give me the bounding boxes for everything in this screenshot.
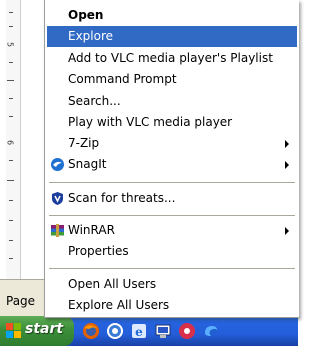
winrar-icon — [51, 224, 64, 237]
menu-item-properties[interactable]: Properties — [47, 241, 297, 262]
start-label: start — [25, 321, 64, 337]
menu-item-label: Add to VLC media player's Playlist — [68, 51, 273, 65]
snagit-icon — [51, 158, 64, 171]
menu-item-label: Explore — [68, 29, 114, 43]
vertical-ruler: 5 6 — [0, 0, 21, 279]
menu-item-label: Properties — [68, 244, 129, 258]
ruler-tick — [9, 116, 13, 117]
start-button[interactable]: start — [0, 316, 74, 346]
ruler-tick — [7, 180, 14, 181]
menu-item-open[interactable]: Open — [47, 5, 297, 26]
menu-item-command-prompt[interactable]: Command Prompt — [47, 69, 297, 90]
ruler-tick — [9, 160, 13, 161]
windows-flag-icon — [6, 323, 22, 339]
submenu-arrow-icon — [285, 161, 289, 169]
media-icon[interactable] — [178, 322, 196, 340]
menu-item-search[interactable]: Search... — [47, 91, 297, 112]
ruler-tick — [7, 80, 14, 81]
svg-text:e: e — [135, 325, 143, 339]
ruler-number: 6 — [5, 139, 15, 146]
menu-item-label: Scan for threats... — [68, 191, 176, 205]
ruler-tick — [9, 200, 13, 201]
ruler-tick — [9, 12, 13, 13]
menu-separator — [49, 268, 295, 269]
taskbar: start e — [0, 316, 298, 346]
status-page-label: Page — [6, 294, 36, 308]
menu-item-label: Open — [68, 8, 104, 22]
menu-item-label: Play with VLC media player — [68, 115, 233, 129]
submenu-arrow-icon — [285, 227, 289, 235]
menu-item-label: Explore All Users — [68, 298, 170, 312]
menu-item-label: WinRAR — [68, 223, 115, 237]
menu-item-label: 7-Zip — [68, 136, 100, 150]
menu-item-label: Search... — [68, 94, 121, 108]
menu-item-explore-all-users[interactable]: Explore All Users — [47, 295, 297, 316]
menu-item-label: Command Prompt — [68, 72, 177, 86]
show-desktop-icon[interactable] — [154, 322, 172, 340]
ruler-tick — [9, 258, 13, 259]
context-menu: Open Explore Add to VLC media player's P… — [44, 0, 299, 318]
menu-separator — [49, 215, 295, 216]
browser-icon[interactable] — [106, 322, 124, 340]
menu-item-winrar[interactable]: WinRAR — [47, 220, 297, 241]
ruler-tick — [9, 220, 13, 221]
menu-item-label: Open All Users — [68, 277, 157, 291]
internet-explorer-icon[interactable]: e — [130, 322, 148, 340]
ruler-tick — [9, 26, 13, 27]
messenger-icon[interactable] — [202, 322, 220, 340]
menu-item-open-all-users[interactable]: Open All Users — [47, 274, 297, 295]
firefox-icon[interactable] — [82, 322, 100, 340]
menu-item-snagit[interactable]: SnagIt — [47, 154, 297, 175]
ruler-tick — [9, 98, 13, 99]
menu-separator — [49, 182, 295, 183]
menu-item-add-to-vlc-playlist[interactable]: Add to VLC media player's Playlist — [47, 48, 297, 69]
ruler-tick — [9, 62, 13, 63]
submenu-arrow-icon — [285, 140, 289, 148]
ruler-tick — [9, 240, 13, 241]
ruler-number: 5 — [5, 41, 15, 48]
menu-item-scan-for-threats[interactable]: Scan for threats... — [47, 188, 297, 209]
menu-item-label: SnagIt — [68, 157, 107, 171]
menu-item-explore[interactable]: Explore — [47, 26, 297, 47]
menu-item-play-with-vlc[interactable]: Play with VLC media player — [47, 112, 297, 133]
menu-item-7zip[interactable]: 7-Zip — [47, 133, 297, 154]
antivirus-shield-icon — [52, 192, 63, 205]
